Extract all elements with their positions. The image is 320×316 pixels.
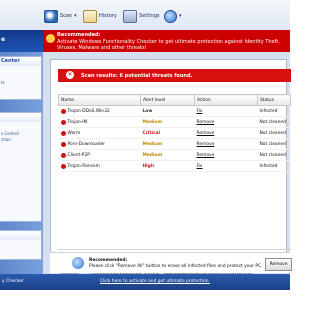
threat-level-cell: Critical [140, 127, 195, 139]
threat-name-cell: Client-P2P [58, 149, 141, 161]
sidebar-panel-center: Center ts [0, 56, 42, 100]
threat-action-cell: Fix [194, 160, 258, 172]
threat-name-cell: Trojan-Ransom [58, 160, 141, 172]
threat-action-link[interactable]: Remove [197, 131, 215, 136]
scan-button[interactable]: Scan ▾ [44, 9, 77, 23]
threat-level-cell: Medium [140, 116, 195, 128]
scan-results-banner: ✕ Scan results: 6 potential threats foun… [58, 69, 291, 82]
column-header-alert-level[interactable]: Alert level [140, 94, 195, 106]
threat-status-cell: Infected [257, 160, 291, 172]
column-header-name[interactable]: Name [58, 94, 141, 106]
threat-action-link[interactable]: Fix [197, 109, 203, 114]
settings-icon [123, 9, 137, 23]
history-label: History [99, 13, 117, 19]
threat-status-cell: Not cleaned [257, 127, 291, 139]
threat-level-cell: Low [140, 105, 195, 117]
scan-label: Scan [60, 13, 73, 19]
threat-name: Worm [67, 130, 81, 136]
history-button[interactable]: History [83, 9, 117, 23]
activate-link[interactable]: Click here to activate and get ultimate … [100, 279, 210, 284]
threat-action-cell: Remove [194, 149, 258, 161]
bottom-recommendation-text: Please click "Remove All" button to eras… [89, 264, 263, 269]
threat-icon [60, 152, 66, 158]
table-row[interactable]: Worm Critical Remove Not cleaned [58, 127, 291, 139]
threat-name-cell: Trojan-DDoS.Win32 [58, 105, 141, 117]
threats-table: Name Alert level Action Status Trojan-DD… [58, 94, 291, 172]
threat-action-link[interactable]: Fix [197, 164, 203, 169]
sidebar-panel-protection: s Control ction [0, 112, 42, 222]
threat-name: Trojan-IM [67, 119, 88, 125]
results-panel: ✕ Scan results: 6 potential threats foun… [50, 59, 291, 289]
sidebar-panel-header[interactable]: Center [0, 57, 41, 66]
settings-label: Settings [139, 13, 160, 19]
threat-name: Trojan-DDoS.Win32 [67, 108, 110, 114]
table-row[interactable]: Porn-Downloader Medium Remove Not cleaned [58, 138, 291, 150]
sidebar-panel-extra [0, 230, 42, 260]
table-row[interactable]: Trojan-Ransom High Fix Infected [58, 160, 291, 172]
threat-action-cell: Remove [194, 116, 258, 128]
chevron-down-icon: ▾ [179, 13, 182, 19]
sidebar-panel-header[interactable] [0, 231, 41, 240]
table-row[interactable]: Client-P2P Medium Remove Not cleaned [58, 149, 291, 161]
sidebar-panel-header[interactable] [0, 113, 41, 122]
info-icon [72, 257, 84, 269]
threats-table-body: Trojan-DDoS.Win32 Low Fix Infected Trojan-IM… [58, 105, 291, 172]
threat-icon [60, 141, 66, 147]
threat-action-link[interactable]: Remove [197, 153, 215, 158]
table-row[interactable]: Trojan-IM Medium Remove Not cleaned [58, 116, 291, 128]
threat-action-link[interactable]: Remove [197, 120, 215, 125]
threat-name-cell: Porn-Downloader [58, 138, 141, 150]
help-icon [164, 9, 177, 23]
threat-icon [60, 108, 66, 114]
help-button[interactable]: ▾ [164, 9, 182, 23]
scan-results-text: Scan results: 6 potential threats found. [81, 73, 193, 79]
threat-status-cell: Not cleaned [257, 149, 291, 161]
sidebar-item[interactable]: ction [0, 137, 41, 143]
recommendation-text[interactable]: Activate Windows Functionality Checker t… [57, 39, 289, 51]
table-header-row: Name Alert level Action Status [58, 94, 291, 106]
history-icon [83, 9, 97, 23]
threat-icon [60, 163, 66, 169]
threat-level-cell: High [140, 160, 195, 172]
bottom-recommendation-title: Recommended: [89, 258, 128, 263]
threat-name: Client-P2P [67, 152, 90, 158]
threat-name: Porn-Downloader [67, 141, 106, 147]
main-content: ✕ Scan results: 6 potential threats foun… [43, 52, 291, 289]
threat-action-cell: Remove [194, 138, 258, 150]
recommendation-title: Recommended: [57, 32, 101, 38]
alert-icon: ✕ [66, 71, 74, 79]
logo-text: e [1, 36, 6, 43]
shield-icon [46, 34, 55, 43]
status-app-name: y Checker [2, 279, 24, 284]
threat-action-cell: Remove [194, 127, 258, 139]
threat-action-link[interactable]: Remove [197, 142, 215, 147]
scan-icon [44, 9, 58, 23]
threat-name-cell: Trojan-IM [58, 116, 141, 128]
logo: e [0, 30, 43, 52]
column-header-action[interactable]: Action [194, 94, 258, 106]
threat-action-cell: Fix [194, 105, 258, 117]
threat-level-cell: Medium [140, 149, 195, 161]
settings-button[interactable]: Settings [123, 9, 160, 23]
threat-icon [60, 119, 66, 125]
chevron-down-icon: ▾ [74, 13, 77, 19]
remove-all-button[interactable]: Remove [265, 258, 292, 271]
threat-level-cell: Medium [140, 138, 195, 150]
remove-all-recommendation: Recommended: Please click "Remove All" b… [50, 252, 292, 273]
threat-status-cell: Not cleaned [257, 116, 291, 128]
threat-status-cell: Infected [257, 105, 291, 117]
status-bar: y Checker Click here to activate and get… [0, 274, 290, 290]
sidebar: e Center ts s Control ction [0, 30, 43, 274]
sidebar-item[interactable]: ts [0, 80, 41, 86]
threat-icon [60, 130, 66, 136]
recommendation-banner: Recommended: Activate Windows Functional… [43, 30, 290, 52]
threat-status-cell: Not cleaned [257, 138, 291, 150]
table-row[interactable]: Trojan-DDoS.Win32 Low Fix Infected [58, 105, 291, 117]
toolbar: Scan ▾ History Settings ▾ [0, 0, 290, 31]
threat-name: Trojan-Ransom [67, 163, 100, 169]
column-header-status[interactable]: Status [257, 94, 291, 106]
threat-name-cell: Worm [58, 127, 141, 139]
